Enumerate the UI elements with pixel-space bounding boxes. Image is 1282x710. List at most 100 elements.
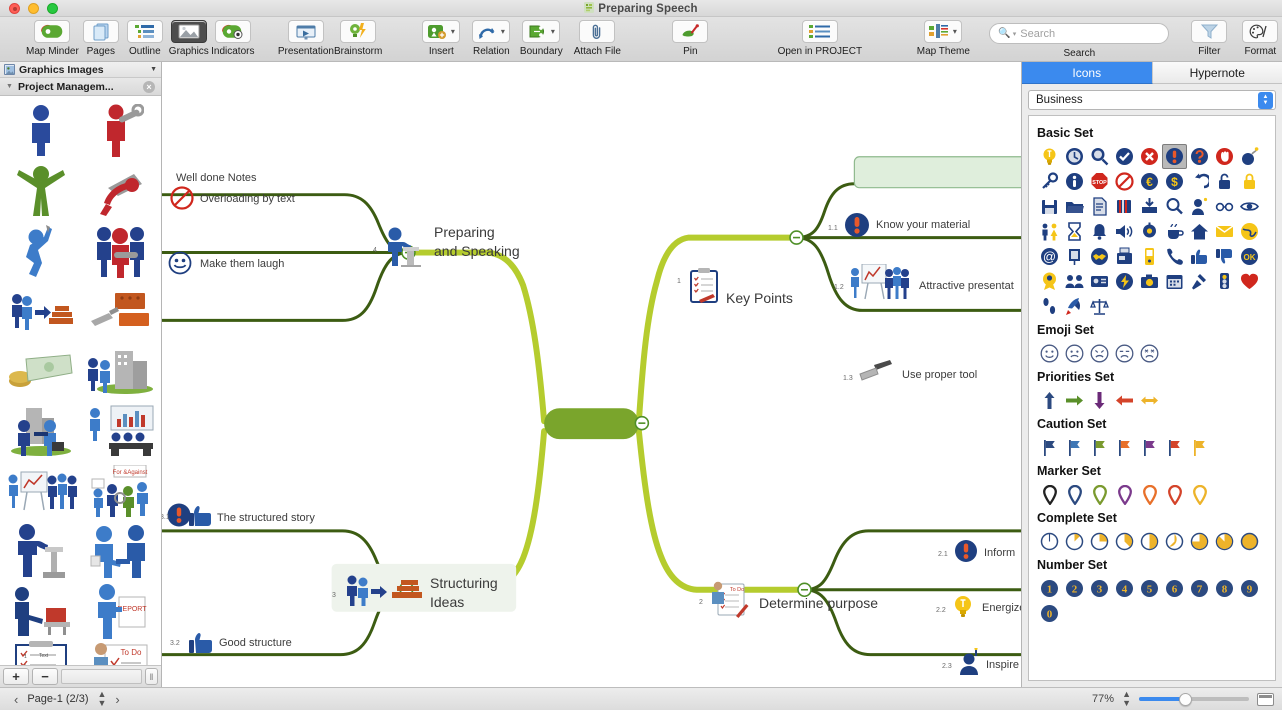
icon-set-basic[interactable]: STOP € $ @ OK xyxy=(1037,144,1267,319)
map-theme-split-button[interactable]: ▾ xyxy=(924,20,963,43)
icon-num-1[interactable]: 1 xyxy=(1037,576,1062,601)
icon-num-5[interactable]: 5 xyxy=(1137,576,1162,601)
icon-group-people[interactable] xyxy=(1062,269,1087,294)
icon-pin-orange[interactable] xyxy=(1137,482,1162,507)
icon-category-select[interactable]: Business ▲ ▼ xyxy=(1028,90,1276,110)
icon-award-medal[interactable] xyxy=(1037,269,1062,294)
icon-magnifier[interactable] xyxy=(1162,194,1187,219)
icon-floppy-save[interactable] xyxy=(1037,194,1062,219)
icon-num-4[interactable]: 4 xyxy=(1112,576,1137,601)
stepper-icon[interactable]: ▲ ▼ xyxy=(1258,91,1273,109)
mindmap-node-label[interactable]: Use proper tool xyxy=(902,369,977,381)
close-icon[interactable]: × xyxy=(143,80,155,93)
icon-info-circle[interactable] xyxy=(1062,169,1087,194)
graphics-thumbnail[interactable] xyxy=(81,161,160,221)
icon-euro-coin[interactable]: € xyxy=(1137,169,1162,194)
mindmap-root-node[interactable]: Preparing Speech xyxy=(543,481,635,493)
graphics-thumbnail[interactable] xyxy=(2,521,81,581)
icon-calendar[interactable] xyxy=(1162,269,1187,294)
icon-lightning-circle[interactable] xyxy=(1112,269,1137,294)
toolbar-item-graphics[interactable]: Graphics xyxy=(167,17,211,62)
graphics-thumbnail[interactable]: For &Against xyxy=(81,461,160,521)
fit-to-window-button[interactable] xyxy=(1257,692,1274,706)
toolbar-item-indicators[interactable]: Indicators xyxy=(211,17,255,62)
icon-progress-25[interactable] xyxy=(1087,529,1112,554)
icon-progress-62[interactable] xyxy=(1162,529,1187,554)
icon-num-2[interactable]: 2 xyxy=(1062,576,1087,601)
icon-user-speaker[interactable] xyxy=(1187,194,1212,219)
icon-check-circle[interactable] xyxy=(1112,144,1137,169)
icon-lock-closed[interactable] xyxy=(1237,169,1262,194)
graphics-thumbnail[interactable] xyxy=(81,521,160,581)
icon-arrow-lr-yellow[interactable] xyxy=(1137,388,1162,413)
icon-coffee-cup[interactable] xyxy=(1162,219,1187,244)
insert-split-button[interactable]: ▾ xyxy=(422,20,461,43)
graphics-thumbnail[interactable] xyxy=(81,221,160,281)
toolbar-item-relation[interactable]: ▾ Relation xyxy=(469,17,513,62)
mindmap-node-label[interactable]: Well done Notes xyxy=(176,172,257,184)
icon-progress-12[interactable] xyxy=(1062,529,1087,554)
toolbar-item-pin[interactable]: Pin xyxy=(668,17,712,62)
icon-thumbs-up[interactable] xyxy=(1187,244,1212,269)
add-graphic-button[interactable]: + xyxy=(3,668,29,685)
chevron-down-icon[interactable]: ▾ xyxy=(950,20,959,43)
icon-mobile-phone[interactable] xyxy=(1137,244,1162,269)
icon-restroom-people[interactable] xyxy=(1037,219,1062,244)
graphics-thumbnail[interactable] xyxy=(2,401,81,461)
icon-heart[interactable] xyxy=(1237,269,1262,294)
mindmap-node-label[interactable]: Key Points xyxy=(726,290,793,306)
mindmap-node-label-text[interactable]: The structured story xyxy=(217,512,315,524)
graphics-thumbnail[interactable] xyxy=(2,341,81,401)
graphics-images-header[interactable]: Graphics Images ▼ xyxy=(0,62,161,78)
icon-x-circle[interactable] xyxy=(1137,144,1162,169)
icon-sad[interactable] xyxy=(1087,341,1112,366)
icon-stop-sign[interactable]: STOP xyxy=(1087,169,1112,194)
toolbar-item-boundary[interactable]: ▾ Boundary xyxy=(519,17,563,62)
icon-pin-green[interactable] xyxy=(1087,482,1112,507)
icon-eye[interactable] xyxy=(1237,194,1262,219)
mindmap-node-label[interactable]: Overloading by text xyxy=(200,193,295,205)
mindmap-node-label[interactable]: Determine purpose xyxy=(759,595,878,611)
icon-at-sign[interactable]: @ xyxy=(1037,244,1062,269)
icon-folder[interactable] xyxy=(1062,194,1087,219)
remove-graphic-button[interactable]: − xyxy=(32,668,58,685)
graphics-thumbnail[interactable]: 1 Text xyxy=(2,641,81,665)
icon-stop-hand[interactable] xyxy=(1212,144,1237,169)
icon-bulletin-board[interactable] xyxy=(1062,244,1087,269)
toolbar-item-outline[interactable]: Outline xyxy=(123,17,167,62)
mindmap-node-label[interactable]: Attractive presentat xyxy=(919,280,1014,292)
icon-set-priorities[interactable] xyxy=(1037,388,1267,413)
icon-handshake[interactable] xyxy=(1087,244,1112,269)
icon-distress[interactable] xyxy=(1137,341,1162,366)
icon-pin-navy[interactable] xyxy=(1062,482,1087,507)
graphics-thumbnail[interactable] xyxy=(2,581,81,641)
icon-books[interactable] xyxy=(1112,194,1137,219)
boundary-split-button[interactable]: ▾ xyxy=(522,20,561,43)
mindmap-node-label[interactable]: Structuring Ideas xyxy=(430,574,498,612)
icon-arrow-up-blue[interactable] xyxy=(1037,388,1062,413)
icon-question-circle[interactable] xyxy=(1187,144,1212,169)
icon-bomb[interactable] xyxy=(1237,144,1262,169)
tab-hypernote[interactable]: Hypernote xyxy=(1152,62,1282,84)
previous-page-button[interactable]: ‹ xyxy=(14,692,18,707)
icon-pin-purple[interactable] xyxy=(1112,482,1137,507)
icon-progress-50[interactable] xyxy=(1137,529,1162,554)
icon-document[interactable] xyxy=(1087,194,1112,219)
icon-arrow-left-red[interactable] xyxy=(1112,388,1137,413)
icon-undo-arrow[interactable] xyxy=(1187,169,1212,194)
search-input[interactable] xyxy=(1020,27,1161,40)
icon-gavel[interactable] xyxy=(1187,269,1212,294)
icon-smile[interactable] xyxy=(1037,341,1062,366)
icon-pin-black[interactable] xyxy=(1037,482,1062,507)
toolbar-item-filter[interactable]: Filter xyxy=(1187,17,1231,62)
icon-speaker-sound[interactable] xyxy=(1112,219,1137,244)
graphics-thumbnail[interactable]: REPORT xyxy=(81,581,160,641)
chevron-down-icon[interactable]: ▼ xyxy=(6,83,13,90)
toolbar-item-search[interactable]: 🔍 ▾ Search xyxy=(989,17,1170,62)
chevron-down-icon[interactable]: ▾ xyxy=(448,20,457,43)
icon-home[interactable] xyxy=(1187,219,1212,244)
icon-pin-yellow[interactable] xyxy=(1187,482,1212,507)
zoom-slider[interactable] xyxy=(1139,692,1249,706)
next-page-button[interactable]: › xyxy=(115,692,119,707)
icon-hourglass[interactable] xyxy=(1062,219,1087,244)
